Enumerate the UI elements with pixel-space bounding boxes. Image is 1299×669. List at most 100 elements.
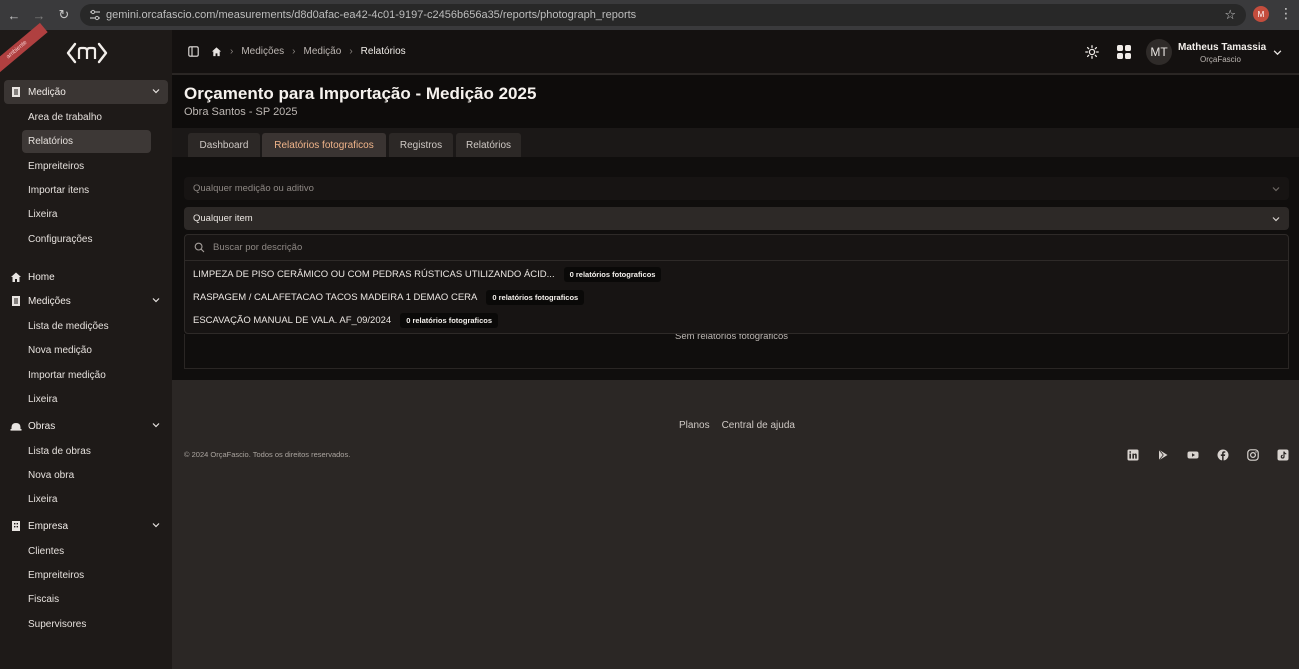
measurement-select-placeholder: Qualquer medição ou aditivo (193, 183, 314, 194)
option-label: RASPAGEM / CALAFETACAO TACOS MADEIRA 1 D… (193, 291, 478, 303)
sidebar-section-home[interactable]: Home (4, 265, 168, 289)
tab-relatorios[interactable]: Relatórios (456, 133, 521, 157)
sidebar-section-empresa[interactable]: Empresa (4, 514, 168, 538)
sidebar-section-medicao[interactable]: Medição (4, 80, 168, 104)
sidebar-toggle-icon[interactable] (188, 46, 199, 57)
chevron-down-icon (152, 298, 160, 303)
item-dropdown: LIMPEZA DE PISO CERÂMICO OU COM PEDRAS R… (184, 234, 1289, 334)
user-organization: OrçaFascio (1200, 55, 1241, 64)
tab-dashboard[interactable]: Dashboard (188, 133, 260, 157)
user-avatar[interactable]: MT (1146, 39, 1172, 65)
sidebar-section-medicoes[interactable]: Medições (4, 289, 168, 313)
orcafascio-logo[interactable] (66, 40, 108, 66)
empty-state-panel: Sem relatórios fotograficos (184, 331, 1289, 369)
sidebar-item-importar-itens[interactable]: Importar itens (22, 179, 151, 202)
report-count-badge: 0 relatórios fotograficos (400, 312, 499, 328)
item-select[interactable]: Qualquer item (184, 207, 1289, 230)
breadcrumb-medicoes[interactable]: Medições (241, 46, 284, 57)
linkedin-icon[interactable] (1127, 449, 1139, 461)
sidebar-item-clientes[interactable]: Clientes (22, 540, 151, 563)
social-links (1127, 449, 1299, 461)
footer-link-planos[interactable]: Planos (679, 420, 710, 431)
sidebar-item-fiscais[interactable]: Fiscais (22, 588, 151, 611)
browser-menu-icon[interactable]: ⋮ (1279, 6, 1293, 20)
environment-ribbon: ambiente (0, 22, 48, 78)
chevron-down-icon[interactable] (1273, 48, 1282, 57)
breadcrumb-relatorios: Relatórios (360, 46, 406, 57)
sidebar-item-nova-obra[interactable]: Nova obra (22, 464, 151, 487)
sidebar-item-lista-de-medicoes[interactable]: Lista de medições (22, 315, 151, 338)
footer-links: Planos Central de ajuda (679, 420, 807, 431)
home-icon (11, 272, 21, 282)
sidebar-item-lista-de-obras[interactable]: Lista de obras (22, 440, 151, 463)
option-label: LIMPEZA DE PISO CERÂMICO OU COM PEDRAS R… (193, 268, 555, 280)
item-select-value: Qualquer item (193, 213, 253, 224)
play-store-icon[interactable] (1157, 449, 1169, 461)
search-input[interactable] (213, 242, 813, 253)
home-icon[interactable] (211, 46, 222, 57)
apps-grid-icon[interactable] (1116, 44, 1132, 60)
footer-link-central-de-ajuda[interactable]: Central de ajuda (722, 420, 795, 431)
sidebar-section-label: Empresa (28, 520, 69, 532)
sidebar-section-label: Obras (28, 420, 56, 432)
sidebar-section-label: Home (28, 271, 55, 283)
sidebar-item-lixeira-obras[interactable]: Lixeira (22, 488, 151, 511)
app-topbar: › Medições › Medição › Relatórios MT Mat… (172, 30, 1299, 74)
site-info-icon[interactable] (88, 8, 102, 22)
sidebar-item-supervisores[interactable]: Supervisores (22, 613, 151, 636)
page-header: Orçamento para Importação - Medição 2025… (172, 75, 1299, 128)
sidebar-item-empreiteiros[interactable]: Empreiteiros (22, 155, 151, 178)
youtube-icon[interactable] (1187, 449, 1199, 461)
page-title: Orçamento para Importação - Medição 2025 (184, 84, 537, 103)
sidebar-item-configuracoes[interactable]: Configurações (22, 228, 151, 251)
tab-relatorios-fotograficos[interactable]: Relatórios fotograficos (262, 133, 386, 157)
breadcrumb-medicao[interactable]: Medição (304, 46, 342, 57)
user-name[interactable]: Matheus Tamassia (1178, 42, 1266, 53)
option-label: ESCAVAÇÃO MANUAL DE VALA. AF_09/2024 (193, 314, 392, 326)
chevron-down-icon (1272, 187, 1280, 192)
sidebar-section-obras[interactable]: Obras (4, 414, 168, 438)
sidebar-section-label: Medição (28, 86, 66, 98)
instagram-icon[interactable] (1247, 449, 1259, 461)
tab-registros[interactable]: Registros (389, 133, 453, 157)
chevron-down-icon (152, 423, 160, 428)
chevron-down-icon (152, 523, 160, 528)
dropdown-option[interactable]: ESCAVAÇÃO MANUAL DE VALA. AF_09/2024 0 r… (193, 311, 499, 329)
sidebar-item-importar-medicao[interactable]: Importar medição (22, 364, 151, 387)
hard-hat-icon (10, 423, 22, 431)
chevron-right-icon: › (292, 46, 296, 57)
page-footer: Planos Central de ajuda © 2024 OrçaFasci… (172, 380, 1299, 669)
sidebar-item-relatorios[interactable]: Relatórios (22, 130, 151, 153)
theme-toggle-sun-icon[interactable] (1085, 45, 1099, 59)
dropdown-option[interactable]: RASPAGEM / CALAFETACAO TACOS MADEIRA 1 D… (193, 288, 585, 306)
tiktok-icon[interactable] (1277, 449, 1289, 461)
building-icon (12, 521, 20, 531)
main-content: Qualquer medição ou aditivo Qualquer ite… (172, 157, 1299, 380)
sidebar-item-lixeira-medicoes[interactable]: Lixeira (22, 388, 151, 411)
facebook-icon[interactable] (1217, 449, 1229, 461)
tab-bar: Dashboard Relatórios fotograficos Regist… (172, 128, 1299, 157)
chevron-right-icon: › (349, 46, 353, 57)
sidebar-item-empreiteiros-empresa[interactable]: Empreiteiros (22, 564, 151, 587)
breadcrumb: › Medições › Medição › Relatórios (188, 46, 406, 57)
bookmark-star-icon[interactable]: ☆ (1224, 7, 1236, 23)
back-icon[interactable]: ← (3, 4, 25, 26)
chevron-right-icon: › (230, 46, 234, 57)
page-subtitle: Obra Santos - SP 2025 (184, 106, 298, 118)
address-bar[interactable]: gemini.orcafascio.com/measurements/d8d0a… (80, 4, 1246, 26)
sidebar-item-area-de-trabalho[interactable]: Area de trabalho (22, 106, 151, 129)
browser-profile-avatar[interactable]: M (1253, 6, 1269, 22)
copyright-text: © 2024 OrçaFascio. Todos os direitos res… (184, 450, 351, 459)
sidebar-item-lixeira[interactable]: Lixeira (22, 203, 151, 226)
building-doc-icon (12, 296, 20, 306)
measurement-select[interactable]: Qualquer medição ou aditivo (184, 177, 1289, 200)
chevron-down-icon (1272, 217, 1280, 222)
sidebar-item-nova-medicao[interactable]: Nova medição (22, 339, 151, 362)
dropdown-option[interactable]: LIMPEZA DE PISO CERÂMICO OU COM PEDRAS R… (193, 265, 662, 283)
chevron-down-icon (152, 89, 160, 94)
sidebar-section-label: Medições (28, 295, 71, 307)
dropdown-search (185, 235, 1288, 261)
report-count-badge: 0 relatórios fotograficos (486, 289, 585, 305)
url-text: gemini.orcafascio.com/measurements/d8d0a… (106, 9, 637, 21)
reload-icon[interactable]: ↻ (53, 4, 75, 26)
